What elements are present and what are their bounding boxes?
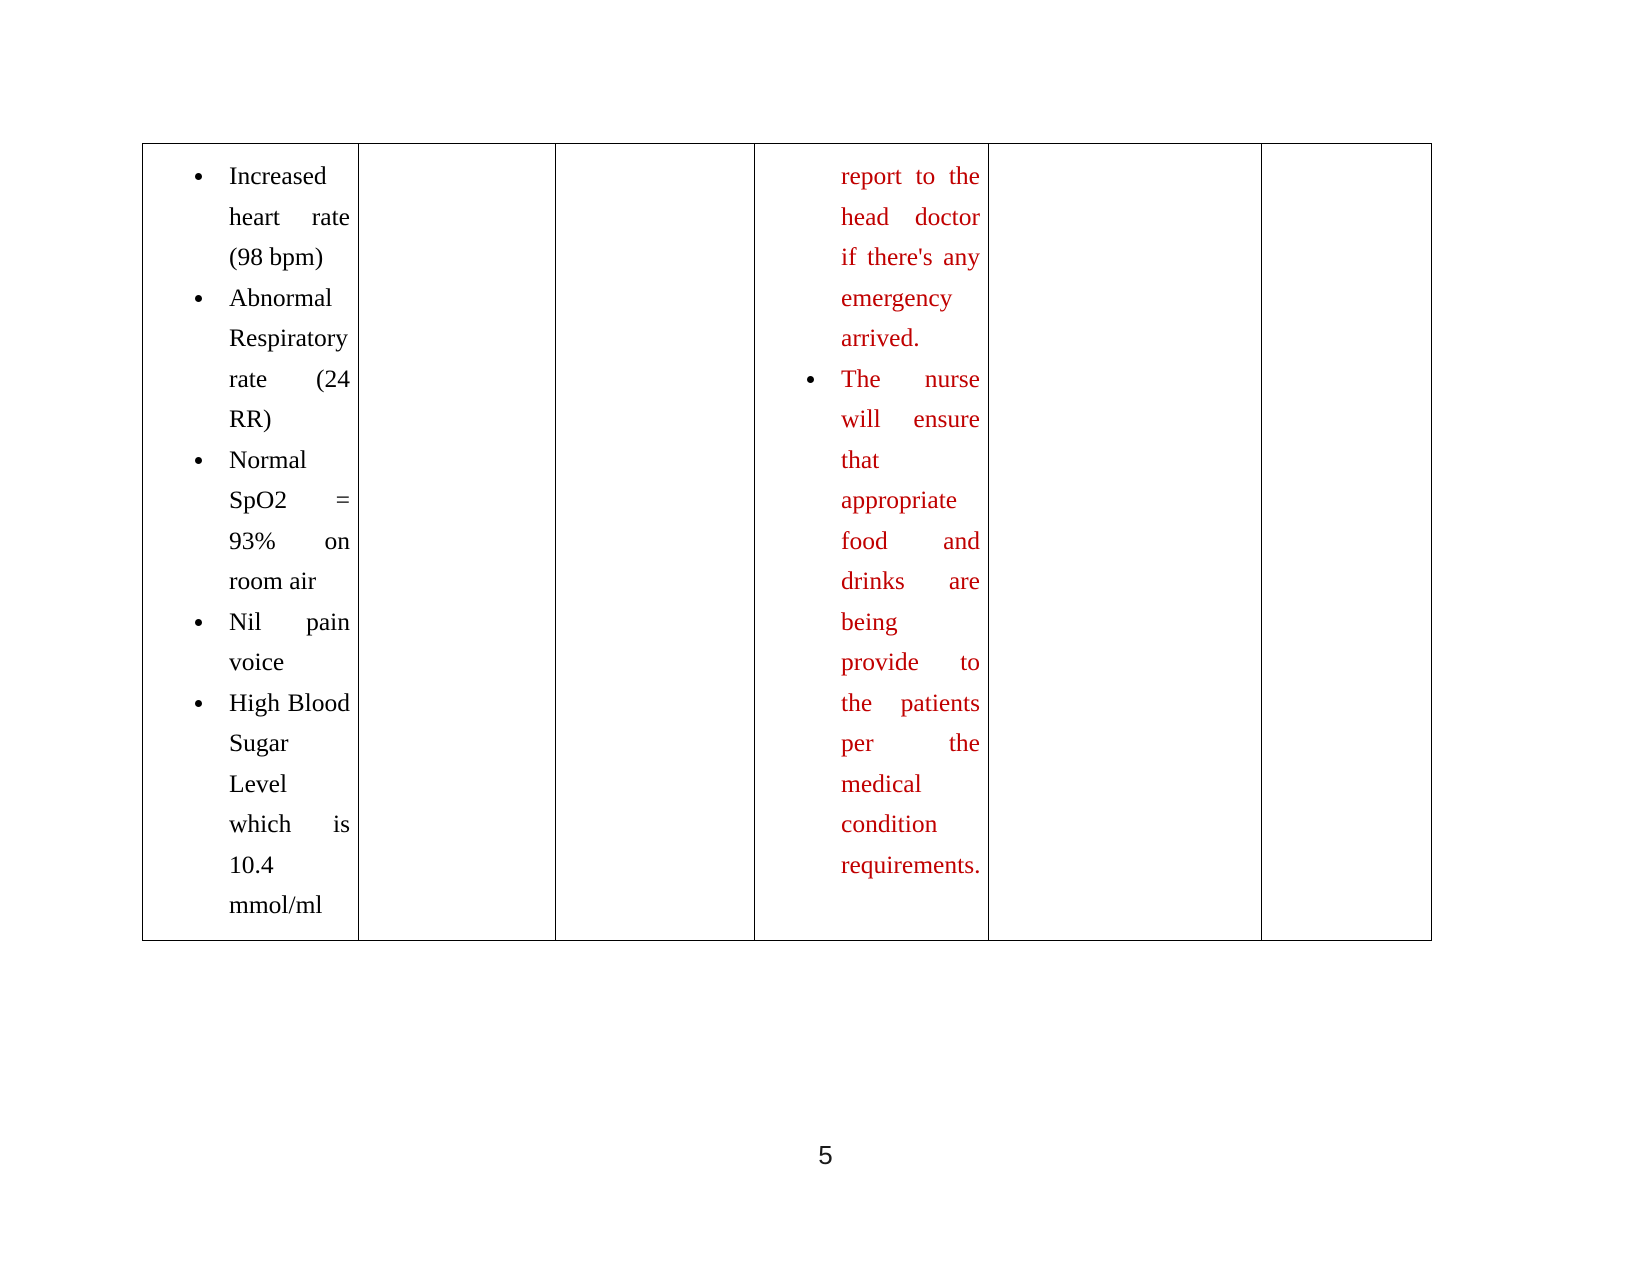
list-item: High Blood Sugar Level which is 10.4 mmo… xyxy=(151,683,350,926)
list-item: Increased heart rate (98 bpm) xyxy=(151,156,350,278)
bullet-text: High Blood Sugar Level which is 10.4 mmo… xyxy=(229,687,350,920)
bullet-text: Nil pain voice xyxy=(229,606,350,677)
cell-content-nursing-actions: report to the head doctor if there's any… xyxy=(755,144,988,899)
list-item: Normal SpO2 = 93% on room air xyxy=(151,440,350,602)
bullet-text: Normal SpO2 = 93% on room air xyxy=(229,444,350,596)
cell-content-empty-6 xyxy=(1262,144,1431,170)
continued-paragraph: report to the head doctor if there's any… xyxy=(763,156,980,359)
bullet-text: The nurse will ensure that appropriate f… xyxy=(841,363,981,879)
table-row: Increased heart rate (98 bpm) Abnormal R… xyxy=(142,143,1432,941)
list-item: The nurse will ensure that appropriate f… xyxy=(763,359,981,886)
table-cell-column-6 xyxy=(1261,143,1432,941)
cell-content-observations: Increased heart rate (98 bpm) Abnormal R… xyxy=(143,144,358,940)
cell-content-empty-3 xyxy=(556,144,754,170)
clinical-care-plan-table: Increased heart rate (98 bpm) Abnormal R… xyxy=(142,143,1432,941)
page-number: 5 xyxy=(818,1140,833,1170)
table-cell-column-5 xyxy=(988,143,1262,941)
list-item: Abnormal Respiratory rate (24 RR) xyxy=(151,278,350,440)
cell-content-empty-5 xyxy=(989,144,1261,170)
observations-bullet-list: Increased heart rate (98 bpm) Abnormal R… xyxy=(151,156,350,926)
table-cell-nursing-actions: report to the head doctor if there's any… xyxy=(754,143,989,941)
document-page: Increased heart rate (98 bpm) Abnormal R… xyxy=(0,0,1651,1275)
bullet-text: Abnormal Respiratory rate (24 RR) xyxy=(229,282,350,434)
table-cell-column-3 xyxy=(555,143,755,941)
list-item: Nil pain voice xyxy=(151,602,350,683)
nursing-actions-bullet-list: The nurse will ensure that appropriate f… xyxy=(763,359,981,886)
table-cell-observations: Increased heart rate (98 bpm) Abnormal R… xyxy=(142,143,359,941)
cell-content-empty-2 xyxy=(359,144,555,170)
table-cell-column-2 xyxy=(358,143,556,941)
continued-paragraph-text: report to the head doctor if there's any… xyxy=(841,161,980,352)
bullet-text: Increased heart rate (98 bpm) xyxy=(229,161,350,271)
